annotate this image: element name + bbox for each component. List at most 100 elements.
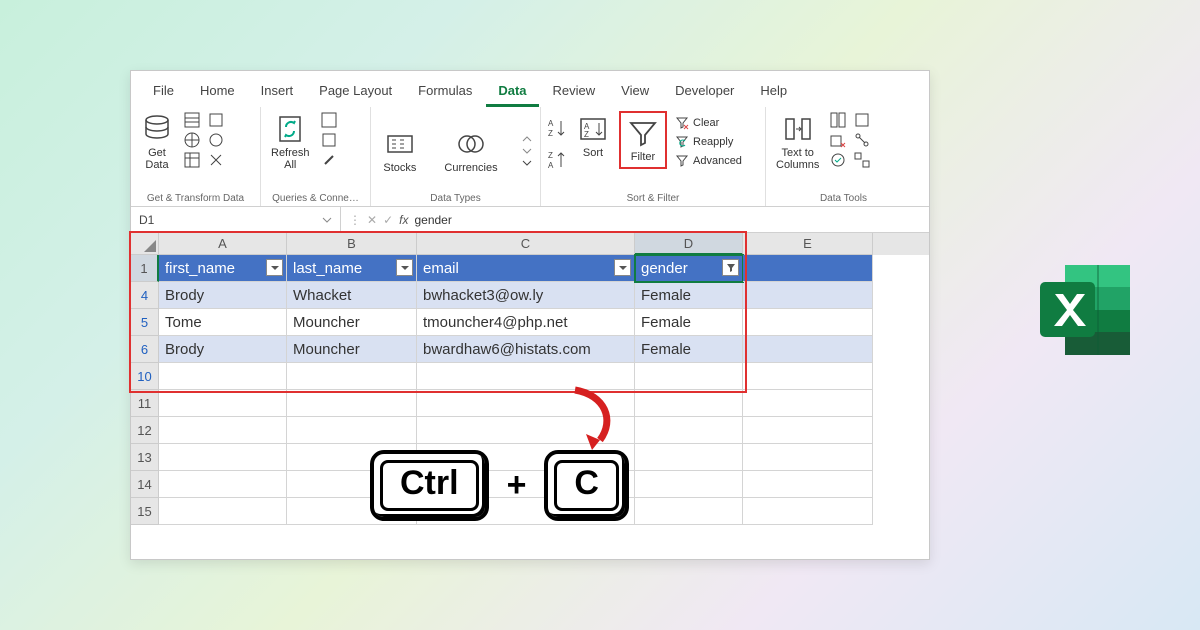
data-cell[interactable]: Mouncher (287, 309, 417, 336)
data-cell[interactable]: Female (635, 309, 743, 336)
header-cell-email[interactable]: email (417, 255, 635, 282)
empty-cell[interactable] (159, 471, 287, 498)
edit-links-icon[interactable] (320, 151, 338, 169)
empty-cell[interactable] (159, 390, 287, 417)
tab-view[interactable]: View (609, 77, 661, 107)
row-header[interactable]: 4 (131, 282, 159, 309)
scroll-down-icon[interactable] (522, 146, 532, 156)
row-header[interactable]: 5 (131, 309, 159, 336)
advanced-filter-button[interactable]: Advanced (673, 153, 744, 169)
text-to-columns-button[interactable]: Text to Columns (772, 111, 823, 173)
data-cell[interactable]: Female (635, 282, 743, 309)
enter-icon[interactable]: ✓ (383, 213, 393, 227)
empty-cell[interactable] (743, 282, 873, 309)
row-header[interactable]: 12 (131, 417, 159, 444)
sort-button[interactable]: AZ Sort (573, 111, 613, 161)
empty-cell[interactable] (159, 417, 287, 444)
empty-cell[interactable] (743, 309, 873, 336)
empty-cell[interactable] (743, 498, 873, 525)
row-header[interactable]: 10 (131, 363, 159, 390)
consolidate-icon[interactable] (853, 111, 871, 129)
data-cell[interactable]: Whacket (287, 282, 417, 309)
sort-asc-icon[interactable]: AZ (547, 117, 567, 139)
empty-cell[interactable] (743, 390, 873, 417)
select-all-corner[interactable] (131, 233, 159, 255)
col-header-d[interactable]: D (635, 233, 743, 255)
data-model-icon[interactable] (853, 151, 871, 169)
row-header[interactable]: 13 (131, 444, 159, 471)
empty-cell[interactable] (159, 363, 287, 390)
header-cell-last-name[interactable]: last_name (287, 255, 417, 282)
empty-cell[interactable] (635, 390, 743, 417)
sort-desc-icon[interactable]: ZA (547, 149, 567, 171)
empty-cell[interactable] (743, 471, 873, 498)
cancel-icon[interactable]: ✕ (367, 213, 377, 227)
relationships-icon[interactable] (853, 131, 871, 149)
empty-cell[interactable] (743, 444, 873, 471)
col-header-b[interactable]: B (287, 233, 417, 255)
connections-icon[interactable] (207, 151, 225, 169)
tab-help[interactable]: Help (748, 77, 799, 107)
row-header[interactable]: 14 (131, 471, 159, 498)
properties-icon[interactable] (320, 131, 338, 149)
source-icon[interactable] (207, 111, 225, 129)
row-header[interactable]: 11 (131, 390, 159, 417)
tab-insert[interactable]: Insert (249, 77, 306, 107)
tab-data[interactable]: Data (486, 77, 538, 107)
fx-icon[interactable]: fx (399, 213, 408, 227)
col-header-c[interactable]: C (417, 233, 635, 255)
empty-cell[interactable] (743, 417, 873, 444)
csv-icon[interactable] (183, 111, 201, 129)
filter-button[interactable]: Filter (623, 115, 663, 165)
header-cell-gender[interactable]: gender (635, 255, 743, 282)
stocks-button[interactable]: Stocks (379, 126, 420, 176)
empty-cell[interactable] (287, 363, 417, 390)
name-box[interactable]: D1 (131, 207, 341, 232)
tab-file[interactable]: File (141, 77, 186, 107)
table-icon[interactable] (183, 151, 201, 169)
clear-filter-button[interactable]: Clear (673, 115, 744, 131)
empty-cell[interactable] (635, 417, 743, 444)
recent-icon[interactable] (207, 131, 225, 149)
row-header-1[interactable]: 1 (131, 255, 159, 282)
expand-icon[interactable] (522, 158, 532, 168)
empty-cell[interactable] (743, 255, 873, 282)
data-cell[interactable]: Mouncher (287, 336, 417, 363)
web-icon[interactable] (183, 131, 201, 149)
tab-review[interactable]: Review (541, 77, 608, 107)
row-header[interactable]: 6 (131, 336, 159, 363)
filter-dropdown-icon[interactable] (614, 259, 631, 276)
col-header-a[interactable]: A (159, 233, 287, 255)
formula-input[interactable]: gender (414, 213, 451, 227)
reapply-filter-button[interactable]: Reapply (673, 134, 744, 150)
empty-cell[interactable] (635, 363, 743, 390)
data-cell[interactable]: bwardhaw6@histats.com (417, 336, 635, 363)
empty-cell[interactable] (159, 444, 287, 471)
empty-cell[interactable] (159, 498, 287, 525)
data-cell[interactable]: Brody (159, 282, 287, 309)
queries-icon[interactable] (320, 111, 338, 129)
currencies-button[interactable]: Currencies (440, 126, 501, 176)
data-cell[interactable]: Female (635, 336, 743, 363)
filter-dropdown-icon[interactable] (396, 259, 413, 276)
remove-duplicates-icon[interactable] (829, 131, 847, 149)
tab-page-layout[interactable]: Page Layout (307, 77, 404, 107)
empty-cell[interactable] (635, 471, 743, 498)
col-header-e[interactable]: E (743, 233, 873, 255)
tab-developer[interactable]: Developer (663, 77, 746, 107)
filter-active-icon[interactable] (722, 259, 739, 276)
empty-cell[interactable] (287, 417, 417, 444)
tab-home[interactable]: Home (188, 77, 247, 107)
empty-cell[interactable] (743, 336, 873, 363)
tab-formulas[interactable]: Formulas (406, 77, 484, 107)
scroll-up-icon[interactable] (522, 134, 532, 144)
get-data-button[interactable]: Get Data (137, 111, 177, 173)
data-cell[interactable]: tmouncher4@php.net (417, 309, 635, 336)
empty-cell[interactable] (635, 444, 743, 471)
data-validation-icon[interactable] (829, 151, 847, 169)
header-cell-first-name[interactable]: first_name (159, 255, 287, 282)
data-cell[interactable]: Tome (159, 309, 287, 336)
empty-cell[interactable] (287, 390, 417, 417)
flash-fill-icon[interactable] (829, 111, 847, 129)
data-cell[interactable]: bwhacket3@ow.ly (417, 282, 635, 309)
